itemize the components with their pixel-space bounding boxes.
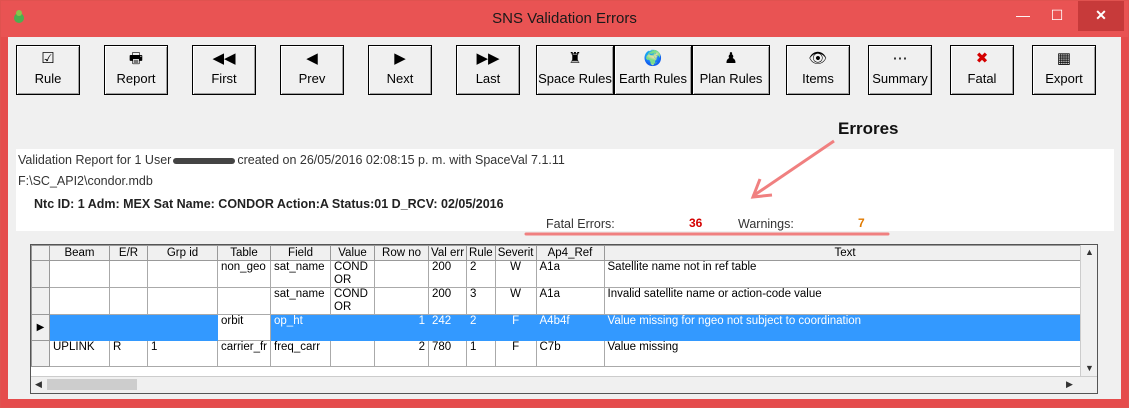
col-value[interactable]: Value <box>330 245 376 261</box>
col-val-err[interactable]: Val err <box>428 245 468 261</box>
row-pointer-icon[interactable]: ▶ <box>31 314 50 341</box>
col-severity[interactable]: Severit <box>494 245 537 261</box>
title-bar[interactable]: SNS Validation Errors — ☐ ✕ <box>1 1 1128 37</box>
scroll-left-icon[interactable]: ◀ <box>35 379 42 390</box>
col-grp-id[interactable]: Grp id <box>147 245 218 261</box>
col-ap4-ref[interactable]: Ap4_Ref <box>535 245 605 261</box>
row-indicator[interactable] <box>31 340 50 367</box>
client-area: ☑ Rule 🖶 Report ◀◀ First ◀ Prev ▶ Next ▶▶ Last… <box>8 37 1121 399</box>
window-title: SNS Validation Errors <box>492 10 637 27</box>
scroll-up-icon[interactable]: ▲ <box>1085 247 1094 257</box>
row-indicator[interactable] <box>31 287 50 315</box>
horizontal-scroll-thumb[interactable] <box>47 379 137 390</box>
annotation-overlay <box>524 139 890 236</box>
table-row-selected[interactable]: ▶ orbit op_ht 1 242 2 F A4b4f Value miss… <box>31 314 1087 341</box>
vertical-scrollbar[interactable]: ▲ ▼ <box>1080 245 1097 393</box>
close-button[interactable]: ✕ <box>1078 1 1124 31</box>
col-er[interactable]: E/R <box>109 245 148 261</box>
table-row[interactable]: UPLINK R 1 carrier_fr freq_carr 2 780 1 … <box>31 340 1087 367</box>
maximize-button[interactable]: ☐ <box>1040 1 1074 31</box>
table-row[interactable]: sat_name COND OR 200 3 W A1a Invalid sat… <box>31 287 1087 315</box>
col-text[interactable]: Text <box>603 245 1087 261</box>
errors-table: Beam E/R Grp id Table Field Value Row no… <box>31 245 1087 367</box>
col-beam[interactable]: Beam <box>49 245 110 261</box>
table-row[interactable]: non_geo sat_name COND OR 200 2 W A1a Sat… <box>31 260 1087 288</box>
col-indicator <box>31 245 50 261</box>
horizontal-scrollbar[interactable]: ◀ ▶ <box>31 376 1097 393</box>
scroll-down-icon[interactable]: ▼ <box>1085 363 1094 373</box>
col-table[interactable]: Table <box>216 245 272 261</box>
col-rule[interactable]: Rule <box>466 245 496 261</box>
scroll-right-icon[interactable]: ▶ <box>1066 379 1073 390</box>
errors-grid[interactable]: Beam E/R Grp id Table Field Value Row no… <box>30 244 1098 394</box>
col-row-no[interactable]: Row no <box>374 245 430 261</box>
row-indicator[interactable] <box>31 260 50 288</box>
grid-header: Beam E/R Grp id Table Field Value Row no… <box>31 245 1087 261</box>
app-window: SNS Validation Errors — ☐ ✕ ☑ Rule 🖶 Repor… <box>0 0 1129 408</box>
col-field[interactable]: Field <box>270 245 332 261</box>
minimize-button[interactable]: — <box>1006 1 1040 31</box>
